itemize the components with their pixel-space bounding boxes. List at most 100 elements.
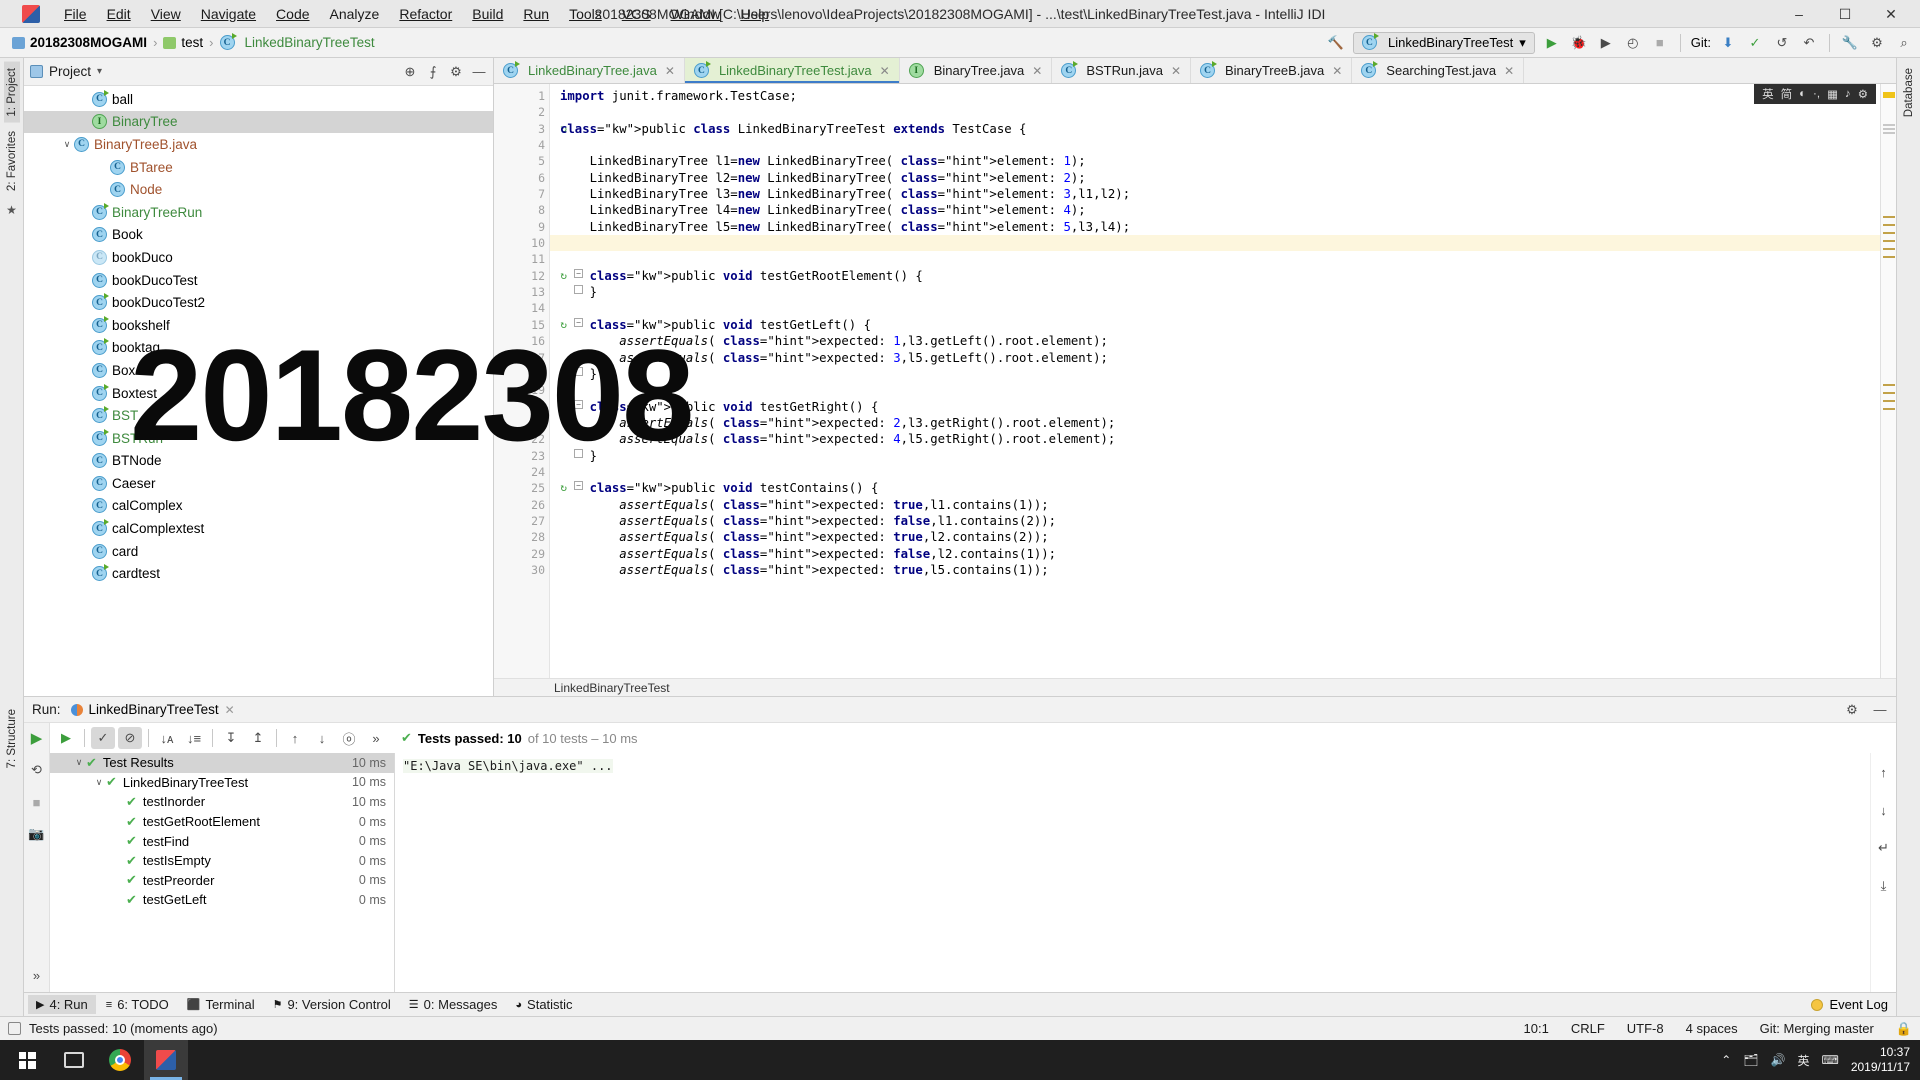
gutter-line[interactable]: 7 [494, 186, 549, 202]
project-tree-row[interactable]: CbookDucoTest2 [24, 291, 493, 314]
next-test-icon[interactable]: ↓ [310, 727, 334, 749]
gutter-line[interactable]: 16 [494, 333, 549, 349]
hammer-icon[interactable]: 🔨 [1326, 33, 1346, 53]
menu-refactor[interactable]: Refactor [389, 3, 462, 25]
code-line[interactable] [550, 251, 1880, 267]
tool-window-button[interactable]: ⚑ 9: Version Control [265, 995, 399, 1014]
editor-tab-bar[interactable]: C LinkedBinaryTree.java ✕ C LinkedBinaryTree… [494, 58, 1896, 84]
gutter-line[interactable]: 11 [494, 251, 549, 267]
code-line[interactable]: assertEquals( class="hint">expected: 2,l… [550, 415, 1880, 431]
code-line[interactable]: class="kw">public void testGetLeft() { [550, 317, 1880, 333]
project-tree-row[interactable]: I BinaryTree [24, 110, 493, 134]
vcs-update-icon[interactable]: ⬇ [1718, 33, 1738, 53]
chevron-down-icon[interactable]: ∨ [60, 139, 74, 150]
scroll-to-end-icon[interactable]: ⤓ [1872, 875, 1896, 897]
rerun-failed-icon[interactable]: ⟲ [25, 759, 49, 781]
code-line[interactable]: } [550, 284, 1880, 300]
gutter-line[interactable]: 17 [494, 350, 549, 366]
project-tree-row[interactable]: C Boxtest [24, 382, 493, 405]
git-branch-widget[interactable]: Git: Merging master [1760, 1021, 1874, 1036]
sort-duration-icon[interactable]: ↓≡ [182, 727, 206, 749]
code-line[interactable]: assertEquals( class="hint">expected: fal… [550, 513, 1880, 529]
gutter-line[interactable]: 15 ↻ − [494, 317, 583, 333]
gutter-line[interactable]: 19 [494, 382, 549, 398]
code-line[interactable] [550, 464, 1880, 480]
code-line[interactable]: assertEquals( class="hint">expected: tru… [550, 562, 1880, 578]
show-passed-icon[interactable]: ✓ [91, 727, 115, 749]
chevron-down-icon[interactable]: ∨ [92, 777, 106, 788]
code-line[interactable]: LinkedBinaryTree l1=new LinkedBinaryTree… [550, 153, 1880, 169]
vcs-history-icon[interactable]: ↺ [1772, 33, 1792, 53]
run-with-coverage-button[interactable]: ▶ [1596, 33, 1616, 53]
sidebar-item-project[interactable]: 1: Project [3, 62, 20, 123]
menu-tools[interactable]: Tools [559, 3, 612, 25]
code-line[interactable]: LinkedBinaryTree l3=new LinkedBinaryTree… [550, 186, 1880, 202]
gutter-line[interactable]: 20 ↻ − [494, 399, 583, 415]
code-line[interactable]: assertEquals( class="hint">expected: fal… [550, 546, 1880, 562]
menu-analyze[interactable]: Analyze [320, 3, 390, 25]
test-tree-row[interactable]: ✔ testGetLeft 0 ms [50, 890, 394, 910]
soft-wrap-icon[interactable]: ↵ [1872, 837, 1896, 859]
code-line[interactable]: LinkedBinaryTree l4=new LinkedBinaryTree… [550, 202, 1880, 218]
test-tree-row[interactable]: ∨ ✔ LinkedBinaryTreeTest 10 ms [50, 773, 394, 793]
close-tab-icon[interactable]: ✕ [1504, 64, 1514, 78]
code-line[interactable]: class="kw">public class LinkedBinaryTree… [550, 121, 1880, 137]
vcs-commit-icon[interactable]: ✓ [1745, 33, 1765, 53]
menu-file[interactable]: File [54, 3, 97, 25]
code-line[interactable] [550, 300, 1880, 316]
sidebar-item-database[interactable]: Database [1901, 62, 1917, 123]
run-configuration-selector[interactable]: C LinkedBinaryTreeTest ▾ [1352, 31, 1535, 54]
lock-icon[interactable]: 🔒 [1896, 1021, 1912, 1037]
project-tree-row[interactable]: Cbookshelf [24, 314, 493, 337]
gutter-line[interactable]: 27 [494, 513, 549, 529]
sidebar-item-structure[interactable]: 7: Structure [4, 703, 20, 774]
run-button[interactable]: ▶ [1542, 33, 1562, 53]
collapse-all-icon[interactable]: ↥ [246, 727, 270, 749]
rerun-icon[interactable]: ▶ [25, 727, 49, 749]
gutter-line[interactable]: 30 [494, 562, 549, 578]
code-line[interactable] [550, 104, 1880, 120]
taskbar-intellij[interactable] [144, 1040, 188, 1080]
start-button[interactable] [4, 1040, 50, 1080]
minimize-button[interactable]: – [1776, 0, 1822, 28]
project-tree-row[interactable]: C Caeser [24, 472, 493, 495]
gutter-line[interactable]: 25 ↻ − [494, 480, 583, 496]
gutter-line[interactable]: 18 [494, 366, 583, 382]
code-line[interactable]: assertEquals( class="hint">expected: 1,l… [550, 333, 1880, 349]
project-tree-row[interactable]: Ccard [24, 540, 493, 563]
menu-run[interactable]: Run [513, 3, 559, 25]
project-tree-row[interactable]: C BTNode [24, 450, 493, 473]
code-line[interactable]: import junit.framework.TestCase; [550, 88, 1880, 104]
project-view-chevron-icon[interactable]: ▾ [97, 66, 102, 77]
gutter-line[interactable]: 23 [494, 448, 583, 464]
gutter-line[interactable]: 29 [494, 546, 549, 562]
tray-storage-icon[interactable]: 🗂 [1743, 1053, 1758, 1067]
gutter-line[interactable]: 28 [494, 529, 549, 545]
gutter-line[interactable]: 5 [494, 153, 549, 169]
code-line[interactable]: assertEquals( class="hint">expected: tru… [550, 497, 1880, 513]
gutter-line[interactable]: 3 ↻ [494, 121, 567, 137]
editor-tab[interactable]: C LinkedBinaryTree.java ✕ [494, 58, 685, 83]
test-results-tree[interactable]: ∨ ✔ Test Results 10 ms ∨ ✔ LinkedBinaryTreeTes… [50, 753, 395, 992]
code-line[interactable]: class="kw">public void testGetRight() { [550, 399, 1880, 415]
test-runner-toolbar[interactable]: ▶ ✓ ⊘ ↓ᴀ ↓≡ ↧ ↥ ↑ ↓ ⓞ» ✔ Tests passed: 10 of 10 test… [50, 723, 1896, 753]
chevron-down-icon[interactable]: ∨ [72, 757, 86, 768]
scroll-down-icon[interactable]: ↓ [1872, 799, 1896, 821]
tool-window-button[interactable]: ▶ 4: Run [28, 995, 96, 1014]
code-line[interactable]: class="kw">public void testGetRootElemen… [550, 268, 1880, 284]
editor-breadcrumb[interactable]: LinkedBinaryTreeTest [494, 678, 1896, 696]
project-tree-row[interactable]: C BTaree [24, 156, 493, 179]
code-line[interactable] [550, 137, 1880, 153]
editor-tab[interactable]: C LinkedBinaryTreeTest.java ✕ [684, 58, 900, 83]
menu-edit[interactable]: Edit [97, 3, 141, 25]
project-tree-row[interactable]: CbookDucoTest [24, 269, 493, 292]
scroll-up-icon[interactable]: ↑ [1872, 761, 1896, 783]
editor-tab[interactable]: C BinaryTreeB.java ✕ [1191, 58, 1353, 83]
screenshot-icon[interactable]: 📷 [25, 823, 49, 845]
sort-alpha-icon[interactable]: ↓ᴀ [155, 727, 179, 749]
project-tree-row[interactable]: C BST [24, 404, 493, 427]
scroll-from-source-icon[interactable]: ⊕ [400, 62, 420, 82]
collapse-all-icon[interactable]: ⨍ [423, 62, 443, 82]
ime-simplified-icon[interactable]: 简 [1781, 86, 1793, 102]
project-tree[interactable]: Cball I BinaryTree ∨ C BinaryTreeB.java C BTare… [24, 86, 493, 696]
